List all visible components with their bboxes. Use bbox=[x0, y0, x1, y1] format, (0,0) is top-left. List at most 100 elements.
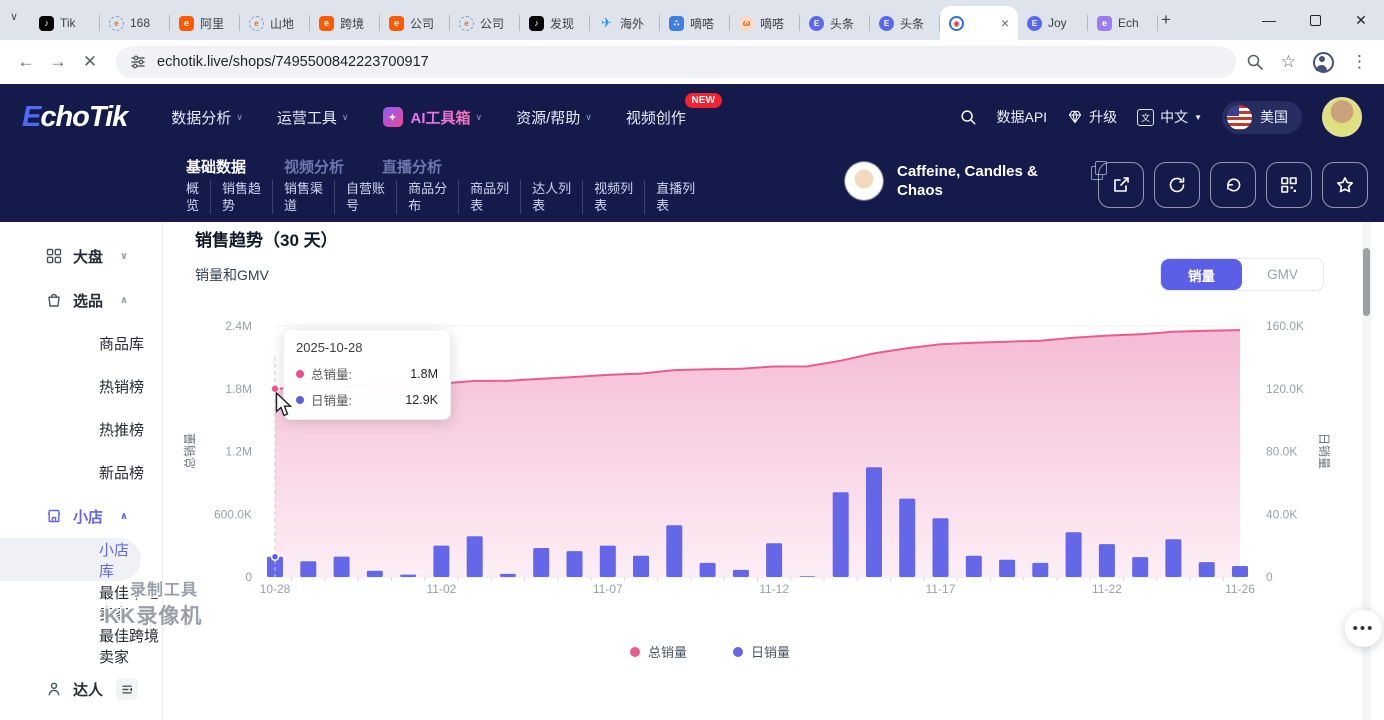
chart-tooltip: 2025-10-28 总销量:1.8M日销量:12.9K bbox=[283, 329, 451, 420]
sidebar-item-商品库[interactable]: 商品库 bbox=[0, 322, 162, 365]
nav-item-5[interactable]: 视频创作NEW bbox=[626, 107, 686, 128]
sidebar-item-label: 最佳跨境卖家 bbox=[99, 625, 162, 667]
sidebar-item-新品榜[interactable]: 新品榜 bbox=[0, 451, 162, 494]
collapse-sidebar-button[interactable] bbox=[116, 678, 138, 700]
browser-tab[interactable]: ✈海外 bbox=[590, 6, 660, 40]
menu-item-1[interactable]: 概 览 bbox=[186, 180, 211, 214]
favorite-button[interactable] bbox=[1322, 162, 1368, 208]
legend-item-1[interactable]: 总销量 bbox=[630, 642, 687, 661]
chevron-up-icon: ∧ bbox=[120, 511, 128, 522]
subnav-tab-1[interactable]: 基础数据 bbox=[186, 156, 246, 177]
open-external-button[interactable] bbox=[1098, 162, 1144, 208]
tab-search-chevron-icon[interactable]: ∨ bbox=[10, 10, 18, 23]
minimize-button[interactable]: — bbox=[1246, 0, 1292, 40]
paw-icon: ∴ bbox=[669, 16, 684, 31]
bookmark-star-icon[interactable]: ☆ bbox=[1281, 52, 1296, 72]
menu-item-3[interactable]: 销售渠 道 bbox=[273, 180, 335, 214]
browser-tab[interactable]: eEch bbox=[1088, 6, 1158, 40]
browser-tab[interactable]: ♪发现 bbox=[520, 6, 590, 40]
purple-e-icon: e bbox=[1097, 16, 1112, 31]
refresh-button[interactable] bbox=[1154, 162, 1200, 208]
sidebar-item-小店[interactable]: 小店∧ bbox=[0, 494, 162, 538]
sidebar-item-最佳跨境卖家[interactable]: 最佳跨境卖家 bbox=[0, 624, 162, 667]
subnav-tab-3[interactable]: 直播分析 bbox=[382, 156, 442, 177]
language-selector[interactable]: 文 中文 ▼ bbox=[1137, 107, 1202, 127]
browser-tab[interactable]: ♪Tik bbox=[30, 6, 100, 40]
sidebar-item-选品[interactable]: 选品∧ bbox=[0, 278, 162, 322]
svg-text:120.0K: 120.0K bbox=[1266, 382, 1304, 396]
address-bar[interactable]: echotik.live/shops/7495500842223700917 bbox=[116, 46, 1236, 78]
legend-item-2[interactable]: 日销量 bbox=[733, 642, 790, 661]
tab-close-icon[interactable]: × bbox=[1001, 16, 1009, 30]
sidebar-item-大盘[interactable]: 大盘∨ bbox=[0, 234, 162, 278]
browser-tab[interactable]: E头条 bbox=[800, 6, 870, 40]
blue-e-icon: E bbox=[879, 16, 894, 31]
svg-text:0: 0 bbox=[245, 570, 252, 584]
browser-tab[interactable]: ∴ 嘀嗒 bbox=[660, 6, 730, 40]
sidebar-item-热推榜[interactable]: 热推榜 bbox=[0, 408, 162, 451]
forward-button[interactable]: → bbox=[42, 52, 74, 72]
tab-title: 头条 bbox=[900, 15, 924, 32]
tab-title: 山地 bbox=[270, 15, 294, 32]
menu-item-7[interactable]: 达人列 表 bbox=[521, 180, 583, 214]
menu-item-5[interactable]: 商品分 布 bbox=[397, 180, 459, 214]
browser-tab[interactable]: e公司 bbox=[380, 6, 450, 40]
svg-text:11-17: 11-17 bbox=[926, 582, 956, 596]
user-avatar[interactable] bbox=[1322, 97, 1362, 137]
nav-item-4[interactable]: 资源/帮助∨ bbox=[516, 107, 592, 128]
tab-title: 嘀嗒 bbox=[690, 15, 714, 32]
sidebar-item-达人[interactable]: 达人 bbox=[0, 667, 162, 711]
browser-tab-active[interactable]: ◉× bbox=[940, 6, 1018, 40]
sidebar-item-label: 选品 bbox=[73, 290, 103, 311]
browser-tab[interactable]: e山地 bbox=[240, 6, 310, 40]
nav-item-2[interactable]: 运营工具∨ bbox=[277, 107, 349, 128]
restore-button[interactable] bbox=[1292, 0, 1338, 40]
browser-tab[interactable]: EJoy bbox=[1018, 6, 1088, 40]
qr-code-button[interactable] bbox=[1266, 162, 1312, 208]
close-window-button[interactable]: ✕ bbox=[1338, 0, 1384, 40]
browser-menu-icon[interactable]: ⋮ bbox=[1351, 52, 1368, 72]
tab-title: 头条 bbox=[830, 15, 854, 32]
svg-text:11-26: 11-26 bbox=[1225, 582, 1255, 596]
browser-tab[interactable]: ω嘀嗒 bbox=[730, 6, 800, 40]
upgrade-link[interactable]: 升级 bbox=[1067, 107, 1117, 127]
site-settings-icon[interactable] bbox=[130, 54, 146, 70]
search-icon[interactable] bbox=[959, 108, 977, 126]
stop-loading-button[interactable]: ✕ bbox=[74, 52, 106, 72]
browser-tab[interactable]: e阿里 bbox=[170, 6, 240, 40]
menu-item-8[interactable]: 视频列 表 bbox=[583, 180, 645, 214]
sidebar-item-热销榜[interactable]: 热销榜 bbox=[0, 365, 162, 408]
region-selector[interactable]: 美国 bbox=[1222, 101, 1302, 134]
toggle-GMV[interactable]: GMV bbox=[1242, 259, 1323, 290]
shop-avatar bbox=[845, 162, 883, 200]
menu-item-9[interactable]: 直播列 表 bbox=[645, 180, 706, 214]
nav-item-1[interactable]: 数据分析∨ bbox=[171, 107, 243, 128]
url-text: echotik.live/shops/7495500842223700917 bbox=[157, 54, 429, 70]
data-api-link[interactable]: 数据API bbox=[997, 107, 1048, 127]
zoom-icon[interactable] bbox=[1246, 53, 1264, 71]
profile-avatar-icon[interactable] bbox=[1313, 52, 1334, 73]
new-tab-button[interactable]: + bbox=[1152, 8, 1180, 32]
nav-item-3[interactable]: ✦AI工具箱∨ bbox=[383, 107, 483, 128]
scrollbar-thumb[interactable] bbox=[1363, 248, 1370, 316]
tooltip-date: 2025-10-28 bbox=[296, 340, 438, 355]
sidebar-item-小店库[interactable]: 小店库 bbox=[0, 538, 141, 581]
menu-item-2[interactable]: 销售趋 势 bbox=[211, 180, 273, 214]
echotik-logo[interactable]: EchoTik bbox=[22, 101, 127, 134]
menu-item-4[interactable]: 自营账 号 bbox=[335, 180, 397, 214]
browser-tab[interactable]: e跨境 bbox=[310, 6, 380, 40]
tab-strip: ∨ ♪Tike168e阿里e山地e跨境e公司e公司♪发现✈海外∴嘀嗒ω嘀嗒E头条… bbox=[0, 0, 1384, 40]
tab-title: Joy bbox=[1048, 16, 1067, 30]
browser-tab[interactable]: e168 bbox=[100, 6, 170, 40]
tab-title: 发现 bbox=[550, 15, 574, 32]
browser-tab[interactable]: E 头条 bbox=[870, 6, 940, 40]
subnav-tab-2[interactable]: 视频分析 bbox=[284, 156, 344, 177]
browser-tab[interactable]: e公司 bbox=[450, 6, 520, 40]
history-button[interactable] bbox=[1210, 162, 1256, 208]
tooltip-row: 总销量:1.8M bbox=[296, 364, 438, 383]
back-button[interactable]: ← bbox=[10, 52, 42, 72]
nav-label: 运营工具 bbox=[277, 107, 337, 128]
more-options-button[interactable]: ••• bbox=[1345, 610, 1382, 647]
menu-item-6[interactable]: 商品列 表 bbox=[459, 180, 521, 214]
toggle-销量[interactable]: 销量 bbox=[1161, 259, 1242, 290]
